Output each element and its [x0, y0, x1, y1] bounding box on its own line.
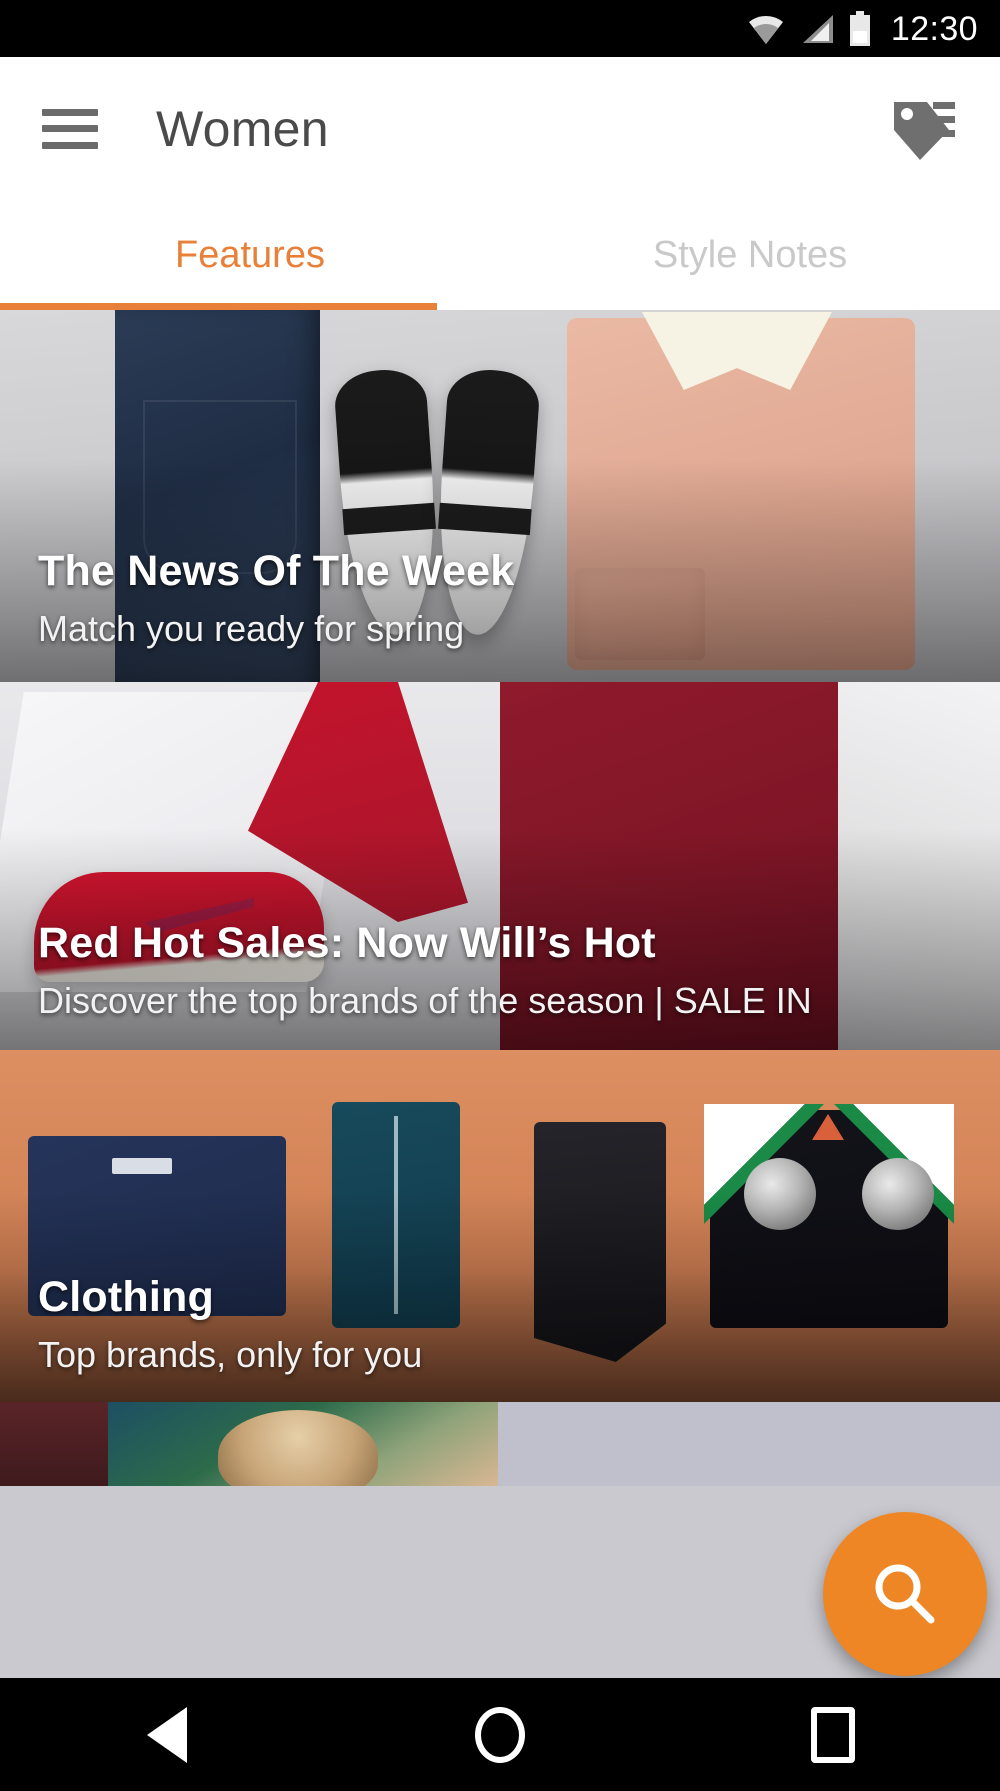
nav-home-button[interactable] [333, 1678, 666, 1791]
app-bar: Women [0, 57, 1000, 200]
hamburger-menu-icon[interactable] [42, 108, 98, 149]
status-bar: 12:30 [0, 0, 1000, 57]
card-image-right-panel [838, 682, 1000, 1050]
feed-card-news-of-the-week[interactable]: The News Of The Week Match you ready for… [0, 310, 1000, 682]
back-triangle-icon [146, 1706, 187, 1763]
tab-features[interactable]: Features [0, 200, 500, 310]
card-text-block: The News Of The Week Match you ready for… [38, 547, 514, 650]
cellular-signal-icon [802, 14, 833, 43]
card-text-block: Red Hot Sales: Now Will’s Hot Discover t… [38, 919, 812, 1022]
card-subtitle: Discover the top brands of the season | … [38, 980, 812, 1021]
status-bar-clock: 12:30 [890, 9, 978, 48]
card-subtitle: Match you ready for spring [38, 608, 465, 649]
card-image-rose-right [862, 1158, 934, 1230]
sweater-cuff [575, 568, 705, 660]
recents-square-icon [811, 1706, 856, 1763]
tab-bar: Features Style Notes [0, 200, 1000, 310]
card-image-rose-left [744, 1158, 816, 1230]
card-title: Clothing [38, 1273, 214, 1321]
card-subtitle: Top brands, only for you [38, 1334, 423, 1375]
battery-icon [849, 10, 870, 46]
android-navigation-bar [0, 1678, 1000, 1791]
card-image-dark-edge [0, 1402, 108, 1486]
card-text-block: Clothing Top brands, only for you [38, 1273, 422, 1376]
nav-recents-button[interactable] [667, 1678, 1000, 1791]
wifi-icon [748, 15, 783, 44]
card-image-sweater [567, 312, 915, 670]
card-image-collar-accent [812, 1114, 844, 1140]
page-title: Women [156, 100, 329, 157]
tab-style-notes[interactable]: Style Notes [500, 200, 1000, 310]
search-fab-button[interactable] [823, 1512, 987, 1676]
search-icon [875, 1564, 935, 1624]
nav-back-button[interactable] [0, 1678, 333, 1791]
feed-list[interactable]: The News Of The Week Match you ready for… [0, 310, 1000, 1678]
card-image-model-photo [108, 1402, 498, 1486]
tab-active-indicator [0, 303, 437, 310]
card-title: Red Hot Sales: Now Will’s Hot [38, 919, 656, 967]
home-circle-icon [474, 1706, 525, 1763]
card-title: The News Of The Week [38, 547, 515, 595]
app-screen: 12:30 Women Features Style Notes The New… [0, 0, 1000, 1791]
feed-card-red-hot-sales[interactable]: Red Hot Sales: Now Will’s Hot Discover t… [0, 682, 1000, 1050]
feed-card-partial[interactable] [0, 1402, 1000, 1486]
sweater-collar [642, 312, 832, 390]
feed-card-clothing[interactable]: Clothing Top brands, only for you [0, 1050, 1000, 1402]
card-image-leather-skirt [534, 1122, 666, 1362]
tag-icon[interactable] [884, 89, 964, 169]
